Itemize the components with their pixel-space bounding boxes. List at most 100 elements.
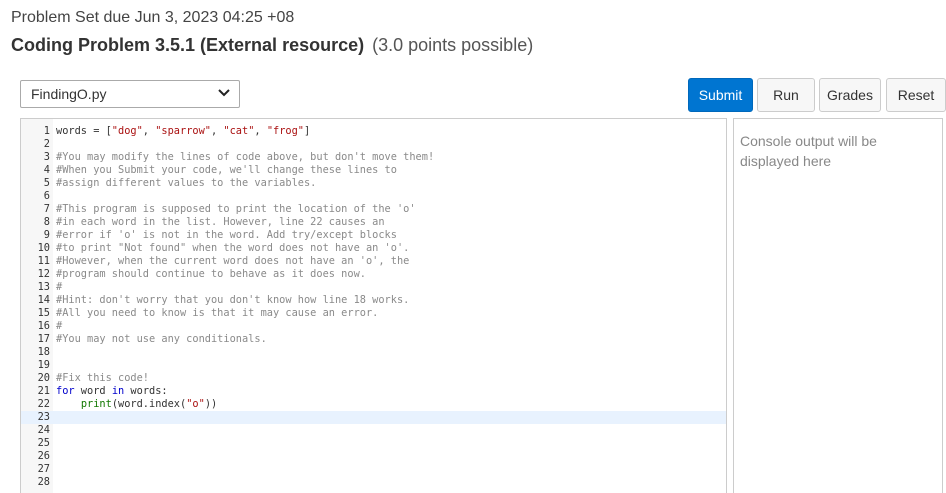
reset-button[interactable]: Reset — [886, 78, 946, 112]
code-text: #in each word in the list. However, line… — [56, 216, 385, 229]
code-line[interactable]: 4 #When you Submit your code, we'll chang… — [21, 164, 726, 177]
code-line[interactable]: 5 #assign different values to the variabl… — [21, 177, 726, 190]
code-token: print — [80, 398, 112, 410]
code-line[interactable]: 8 #in each word in the list. However, lin… — [21, 216, 726, 229]
code-line[interactable]: 18 — [21, 346, 726, 359]
code-token: #However, when the current word does not… — [56, 255, 410, 267]
code-text: #to print "Not found" when the word does… — [56, 242, 409, 255]
code-token: words = [ — [56, 125, 112, 137]
code-token: "sparrow" — [155, 125, 211, 137]
chevron-down-icon — [218, 89, 230, 97]
code-text: print(word.index("o")) — [56, 398, 217, 411]
code-text: #You may not use any conditionals. — [56, 333, 267, 346]
line-number: 28 — [37, 476, 50, 488]
line-number: 20 — [37, 372, 50, 384]
file-select[interactable]: FindingO.py — [20, 80, 240, 108]
code-text: #All you need to know is that it may cau… — [56, 307, 378, 320]
grades-button[interactable]: Grades — [819, 78, 881, 112]
code-text: #When you Submit your code, we'll change… — [56, 164, 397, 177]
line-number: 1 — [43, 125, 50, 137]
line-number: 10 — [37, 242, 50, 254]
code-text: #program should continue to behave as it… — [56, 268, 366, 281]
code-token: , — [142, 125, 156, 137]
line-number: 12 — [37, 268, 50, 280]
code-token: )) — [204, 398, 218, 410]
code-token: #error if 'o' is not in the word. Add tr… — [56, 229, 397, 241]
code-line[interactable]: 23 — [21, 411, 726, 424]
code-token: #in each word in the list. However, line… — [56, 216, 385, 228]
line-number: 9 — [43, 229, 50, 241]
line-number: 2 — [43, 138, 50, 150]
code-token: , — [211, 125, 224, 137]
code-line[interactable]: 14 #Hint: don't worry that you don't know… — [21, 294, 726, 307]
line-number: 11 — [37, 255, 50, 267]
code-token: #When you Submit your code, we'll change… — [56, 164, 397, 176]
code-line[interactable]: 26 — [21, 450, 726, 463]
line-number: 25 — [37, 437, 50, 449]
code-text: # — [56, 281, 62, 294]
code-token: words: — [124, 385, 168, 397]
code-line[interactable]: 15 #All you need to know is that it may c… — [21, 307, 726, 320]
code-line[interactable]: 3 #You may modify the lines of code above… — [21, 151, 726, 164]
code-text: #This program is supposed to print the l… — [56, 203, 416, 216]
code-token: #All you need to know is that it may cau… — [56, 307, 379, 319]
code-token: "o" — [186, 398, 205, 410]
line-number: 21 — [37, 385, 50, 397]
code-line[interactable]: 7 #This program is supposed to print the … — [21, 203, 726, 216]
line-number: 8 — [43, 216, 50, 228]
code-line[interactable]: 11 #However, when the current word does n… — [21, 255, 726, 268]
code-line[interactable]: 25 — [21, 437, 726, 450]
code-token: (word.index( — [111, 398, 187, 410]
code-line[interactable]: 27 — [21, 463, 726, 476]
submit-button[interactable]: Submit — [688, 78, 753, 112]
code-line[interactable]: 9 #error if 'o' is not in the word. Add t… — [21, 229, 726, 242]
line-number: 22 — [37, 398, 50, 410]
code-line[interactable]: 6 — [21, 190, 726, 203]
line-number: 16 — [37, 320, 50, 332]
code-editor[interactable]: 1 words = ["dog", "sparrow", "cat", "frog… — [20, 118, 727, 493]
code-line[interactable]: 20 #Fix this code! — [21, 372, 726, 385]
code-line[interactable]: 24 — [21, 424, 726, 437]
due-date-text: Problem Set due Jun 3, 2023 04:25 +08 — [11, 9, 295, 26]
line-number: 6 — [43, 190, 50, 202]
code-line[interactable]: 21 for word in words: — [21, 385, 726, 398]
run-button[interactable]: Run — [757, 78, 815, 112]
code-token: #Fix this code! — [56, 372, 149, 384]
code-line[interactable]: 16 # — [21, 320, 726, 333]
code-token: in — [111, 385, 125, 397]
code-token: # — [56, 320, 63, 332]
code-line[interactable]: 1 words = ["dog", "sparrow", "cat", "frog… — [21, 125, 726, 138]
problem-title-row: Coding Problem 3.5.1 (External resource)… — [11, 35, 533, 56]
code-line[interactable]: 13 # — [21, 281, 726, 294]
line-number: 7 — [43, 203, 50, 215]
line-number: 18 — [37, 346, 50, 358]
code-text: #Fix this code! — [56, 372, 149, 385]
line-number: 14 — [37, 294, 50, 306]
line-number: 5 — [43, 177, 50, 189]
code-line[interactable]: 10 #to print "Not found" when the word do… — [21, 242, 726, 255]
line-number: 15 — [37, 307, 50, 319]
line-number: 26 — [37, 450, 50, 462]
line-number: 23 — [37, 411, 50, 423]
code-token: #Hint: don't worry that you don't know h… — [56, 294, 410, 306]
code-token: for — [56, 385, 75, 397]
code-line[interactable]: 2 — [21, 138, 726, 151]
code-text: #assign different values to the variable… — [56, 177, 316, 190]
code-token: "frog" — [266, 125, 305, 137]
code-line[interactable]: 19 — [21, 359, 726, 372]
code-token: , — [254, 125, 267, 137]
code-text: #Hint: don't worry that you don't know h… — [56, 294, 409, 307]
line-number: 27 — [37, 463, 50, 475]
line-number: 3 — [43, 151, 50, 163]
code-line[interactable]: 17 #You may not use any conditionals. — [21, 333, 726, 346]
code-token: # — [56, 281, 63, 293]
code-text: #error if 'o' is not in the word. Add tr… — [56, 229, 397, 242]
code-line[interactable]: 22 print(word.index("o")) — [21, 398, 726, 411]
line-number: 13 — [37, 281, 50, 293]
console-output: Console output will be displayed here — [733, 118, 943, 493]
code-text: #You may modify the lines of code above,… — [56, 151, 434, 164]
code-token: #program should continue to behave as it… — [56, 268, 366, 280]
code-line[interactable]: 28 — [21, 476, 726, 489]
code-line[interactable]: 12 #program should continue to behave as … — [21, 268, 726, 281]
